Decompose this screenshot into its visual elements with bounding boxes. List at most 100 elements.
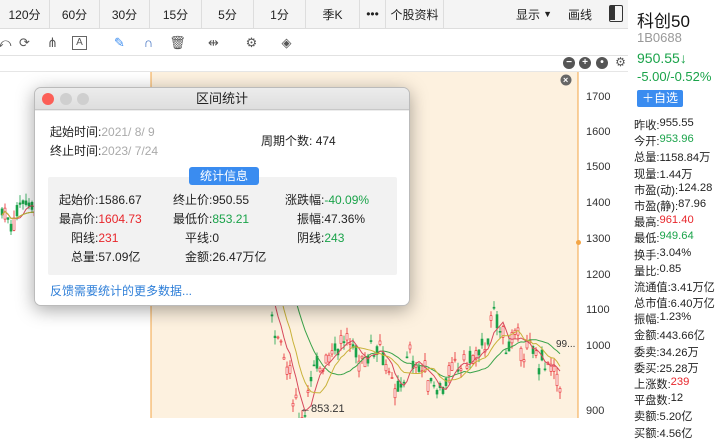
candle-body bbox=[312, 364, 316, 367]
settings-icon[interactable]: ⚙ bbox=[243, 34, 260, 51]
tab-5min[interactable]: 5分 bbox=[202, 0, 254, 29]
tab-1min[interactable]: 1分 bbox=[254, 0, 306, 29]
period-count-label: 周期个数: bbox=[261, 134, 313, 148]
tab-stock-profile[interactable]: 个股资料 bbox=[386, 0, 444, 29]
draw-line-button[interactable]: 画线 bbox=[560, 0, 600, 29]
quote-stat-row: 量比: 0.85 bbox=[634, 263, 720, 279]
candle-body bbox=[309, 376, 313, 382]
magnet-tool-icon[interactable]: ∩ bbox=[140, 34, 157, 51]
minimize-window-button[interactable] bbox=[60, 93, 72, 105]
y-tick: 900 bbox=[586, 405, 605, 417]
drawing-toolbar: ⤺ ⟳ ⋔ A ✎ ∩ 🗑 ⇹ ⚙ ◈ bbox=[0, 29, 628, 56]
sidebar-toggle-icon[interactable] bbox=[609, 5, 623, 22]
candle-body bbox=[432, 384, 436, 387]
quote-stat-row: 最低: 949.64 bbox=[634, 230, 720, 246]
down-count-value: 243 bbox=[324, 231, 345, 245]
quote-stat-value: 124.28 bbox=[678, 181, 713, 194]
quote-stat-value: 25.28万 bbox=[659, 362, 699, 375]
more-tabs-button[interactable]: ••• bbox=[360, 0, 386, 29]
y-tick: 1300 bbox=[586, 233, 611, 245]
period-count-value: 474 bbox=[315, 134, 336, 148]
cycle-tool-icon[interactable]: ⟳ bbox=[16, 34, 33, 51]
close-range-glyph: × bbox=[563, 75, 568, 85]
quote-stat-row: 买额: 4.56亿 bbox=[634, 425, 720, 441]
start-time-label: 起始时间: bbox=[50, 125, 102, 139]
chart-settings-icon[interactable]: ⚙ bbox=[612, 54, 629, 71]
tab-30min[interactable]: 30分 bbox=[100, 0, 150, 29]
fork-tool-icon[interactable]: ⋔ bbox=[44, 34, 61, 51]
quote-stat-label: 卖额: bbox=[634, 411, 660, 424]
quote-stat-row: 总量: 1158.84万 bbox=[634, 149, 720, 165]
candle-body bbox=[282, 356, 286, 360]
candle-body bbox=[480, 338, 484, 346]
y-tick: 1700 bbox=[586, 91, 611, 103]
candle-body bbox=[468, 350, 472, 364]
price-axis: 1700 1600 1500 1400 1300 1200 1100 1000 … bbox=[576, 72, 628, 418]
end-time-value: 2023/ 7/24 bbox=[101, 144, 159, 158]
tab-15min[interactable]: 15分 bbox=[150, 0, 202, 29]
feedback-link[interactable]: 反馈需要统计的更多数据... bbox=[50, 282, 192, 299]
brush-tool-icon[interactable]: ✎ bbox=[111, 34, 128, 51]
display-menu[interactable]: 显示 ▼ bbox=[508, 0, 560, 29]
candle-body bbox=[18, 202, 22, 205]
zoom-window-button[interactable] bbox=[77, 93, 89, 105]
quote-stat-row: 市盈(动): 124.28 bbox=[634, 182, 720, 198]
candle-body bbox=[396, 380, 400, 392]
low-marker: ←853.21 bbox=[300, 403, 345, 415]
quote-stat-value: 949.64 bbox=[659, 230, 694, 243]
candle-body bbox=[399, 383, 403, 388]
high-price-label: 最高价: bbox=[59, 212, 99, 226]
candle-body bbox=[507, 341, 511, 352]
candle-body bbox=[453, 358, 457, 361]
layers-icon[interactable]: ◈ bbox=[278, 34, 295, 51]
amplitude-value: 47.36% bbox=[324, 212, 366, 226]
candle-body bbox=[537, 368, 541, 375]
chevron-down-icon: ▼ bbox=[543, 9, 552, 19]
candle-body bbox=[384, 364, 388, 372]
candle-body bbox=[363, 357, 367, 368]
trash-icon[interactable]: 🗑 bbox=[169, 34, 186, 51]
amount-label: 金额: bbox=[185, 250, 213, 264]
quote-stat-value: 239 bbox=[670, 376, 690, 388]
candle-body bbox=[444, 378, 448, 386]
volume-value: 57.09亿 bbox=[98, 250, 141, 264]
y-tick: 1000 bbox=[586, 340, 611, 352]
display-label: 显示 bbox=[516, 7, 541, 22]
candle-body bbox=[9, 223, 13, 232]
zoom-in-icon[interactable]: + bbox=[579, 57, 591, 69]
quote-stat-value: 3.04% bbox=[659, 246, 692, 259]
candle-body bbox=[408, 344, 412, 350]
spread-tool-icon[interactable]: ⇹ bbox=[205, 34, 222, 51]
chart-zoom-bar: − + • ⚙ bbox=[0, 54, 629, 72]
candle-body bbox=[12, 217, 16, 231]
candle-body bbox=[276, 336, 280, 339]
text-tool-icon[interactable]: A bbox=[72, 36, 87, 50]
quote-stat-value: 87.96 bbox=[678, 197, 707, 210]
candle-body bbox=[462, 354, 466, 361]
candle-body bbox=[345, 333, 349, 341]
period-bar: 120分 60分 30分 15分 5分 1分 季K ••• 个股资料 显示 ▼ 画… bbox=[0, 0, 628, 29]
candle-body bbox=[387, 371, 391, 374]
end-time-label: 终止时间: bbox=[50, 144, 102, 158]
quote-stat-label: 平盘数: bbox=[634, 395, 671, 408]
close-window-button[interactable] bbox=[42, 93, 54, 105]
zoom-out-icon[interactable]: − bbox=[563, 57, 575, 69]
quote-stat-row: 委卖: 34.26万 bbox=[634, 344, 720, 360]
more-options-icon[interactable]: • bbox=[596, 57, 608, 69]
candle-body bbox=[447, 365, 451, 376]
add-watchlist-button[interactable]: ＋自选 bbox=[637, 90, 683, 107]
flat-count-value: 0 bbox=[212, 231, 220, 245]
candle-body bbox=[279, 340, 283, 343]
quote-stat-value: 1.23% bbox=[659, 311, 692, 324]
candle-body bbox=[273, 335, 277, 339]
tab-120min[interactable]: 120分 bbox=[0, 0, 50, 29]
y-tick: 1100 bbox=[586, 304, 610, 316]
tab-60min[interactable]: 60分 bbox=[50, 0, 100, 29]
candle-body bbox=[555, 373, 559, 386]
quote-stat-label: 委买: bbox=[634, 362, 660, 375]
ellipse-tool-icon[interactable]: ⤺ bbox=[0, 34, 13, 51]
candle-body bbox=[477, 349, 481, 356]
candle-body bbox=[342, 341, 346, 343]
quote-stat-value: 1158.84万 bbox=[659, 152, 711, 165]
tab-quarter-k[interactable]: 季K bbox=[306, 0, 360, 29]
